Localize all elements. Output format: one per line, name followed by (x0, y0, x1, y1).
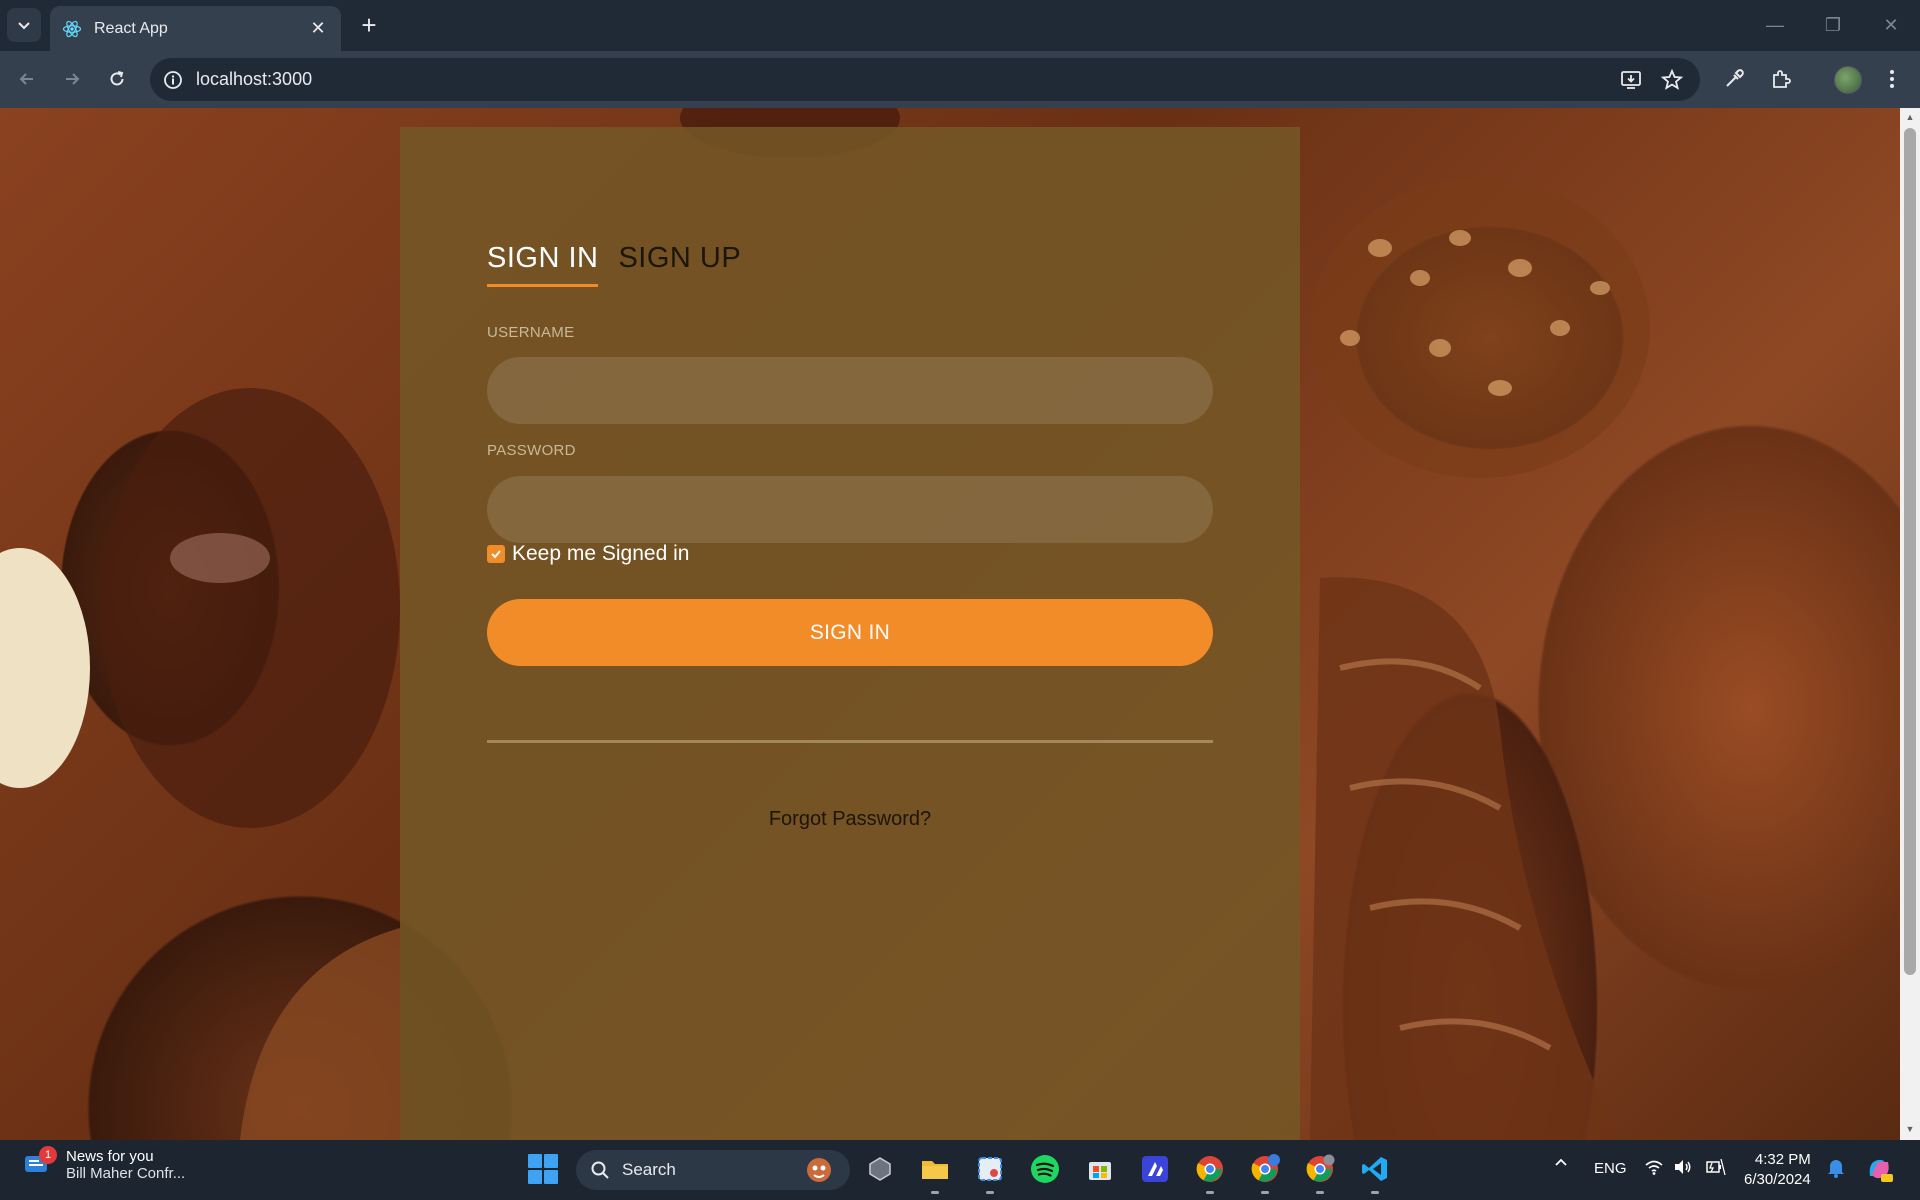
keep-signed-in-label: Keep me Signed in (512, 542, 690, 565)
profile-avatar[interactable] (1834, 66, 1862, 94)
scrollbar-thumb[interactable] (1904, 128, 1916, 975)
ide-icon[interactable] (1138, 1152, 1172, 1186)
scroll-up-arrow-icon[interactable]: ▲ (1904, 112, 1916, 124)
username-label: USERNAME (487, 324, 575, 341)
eyedropper-icon[interactable] (1720, 65, 1748, 93)
restore-icon[interactable]: ❐ (1804, 0, 1862, 50)
keep-signed-in-checkbox[interactable] (487, 545, 505, 563)
tab-sign-up[interactable]: SIGN UP (618, 242, 741, 287)
news-widget[interactable]: 1 News for you Bill Maher Confr... (22, 1146, 186, 1182)
react-logo-icon (62, 20, 82, 37)
scroll-down-arrow-icon[interactable]: ▼ (1904, 1124, 1916, 1136)
tab-sign-in[interactable]: SIGN IN (487, 242, 599, 287)
file-explorer-icon[interactable] (918, 1152, 952, 1194)
auth-tabs: SIGN IN SIGN UP (487, 242, 741, 287)
microsoft-store-icon[interactable] (1083, 1152, 1117, 1186)
search-highlight-icon (807, 1158, 831, 1182)
install-app-icon[interactable] (1619, 68, 1643, 92)
forgot-password-text[interactable]: Forgot Password? (769, 808, 931, 830)
forgot-password-link[interactable]: Forgot Password? (400, 808, 1300, 831)
extensions-puzzle-icon[interactable] (1767, 65, 1795, 93)
search-label: Search (622, 1160, 676, 1179)
chrome-profile-icon[interactable] (1248, 1152, 1282, 1194)
reload-icon[interactable] (102, 64, 132, 94)
clock-date: 6/30/2024 (1744, 1171, 1811, 1188)
task-view-icon[interactable] (863, 1152, 897, 1186)
page-viewport: SIGN IN SIGN UP USERNAME PASSWORD Keep m… (0, 108, 1900, 1140)
tab-title: React App (94, 19, 168, 37)
address-bar[interactable]: localhost:3000 (150, 58, 1700, 101)
copilot-icon[interactable] (1864, 1154, 1894, 1188)
battery-icon[interactable] (1704, 1158, 1726, 1180)
site-info-icon[interactable] (162, 69, 184, 91)
forward-arrow-icon[interactable] (57, 64, 87, 94)
spotify-icon[interactable] (1028, 1152, 1062, 1186)
news-badge: 1 (39, 1146, 57, 1164)
browser-toolbar: localhost:3000 (0, 51, 1920, 108)
keep-signed-in-row[interactable]: Keep me Signed in (487, 542, 689, 566)
divider (487, 740, 1213, 743)
taskbar: 1 News for you Bill Maher Confr... Searc… (0, 1140, 1920, 1200)
snipping-tool-icon[interactable] (973, 1152, 1007, 1194)
chrome-icon[interactable] (1303, 1152, 1337, 1194)
show-hidden-icons-chevron-icon[interactable] (1553, 1155, 1569, 1175)
news-subtitle: Bill Maher Confr... (66, 1165, 186, 1182)
checkmark-icon (491, 550, 501, 559)
menu-kebab-icon[interactable] (1878, 65, 1906, 93)
notification-bell-icon[interactable] (1826, 1157, 1846, 1183)
clock-time: 4:32 PM (1754, 1151, 1811, 1168)
news-widget-icon: 1 (22, 1146, 57, 1182)
new-tab-plus-icon[interactable]: + (354, 11, 384, 41)
window-controls: — ❐ ✕ (1746, 0, 1920, 50)
auth-panel: SIGN IN SIGN UP USERNAME PASSWORD Keep m… (400, 127, 1300, 1140)
minimize-icon[interactable]: — (1746, 0, 1804, 50)
sign-in-button[interactable]: SIGN IN (487, 599, 1213, 666)
back-arrow-icon[interactable] (12, 64, 42, 94)
clock[interactable]: 4:32 PM 6/30/2024 (1744, 1150, 1811, 1190)
windows-start-icon[interactable] (528, 1154, 558, 1184)
browser-tabstrip: React App ✕ + — ❐ ✕ (0, 0, 1920, 51)
bookmark-star-icon[interactable] (1660, 68, 1684, 92)
url-text: localhost:3000 (196, 69, 313, 89)
news-title: News for you (66, 1148, 154, 1165)
password-input[interactable] (487, 476, 1213, 543)
password-label: PASSWORD (487, 442, 576, 459)
chrome-icon[interactable] (1193, 1152, 1227, 1194)
input-language[interactable]: ENG (1594, 1160, 1627, 1177)
close-window-icon[interactable]: ✕ (1862, 0, 1920, 50)
tab-search-chevron-icon[interactable] (7, 8, 41, 42)
wifi-icon[interactable] (1644, 1158, 1664, 1180)
close-tab-icon[interactable]: ✕ (307, 18, 329, 39)
vscode-icon[interactable] (1358, 1152, 1392, 1194)
browser-tab-active[interactable]: React App ✕ (50, 6, 341, 51)
taskbar-search[interactable]: Search (576, 1150, 850, 1190)
volume-icon[interactable] (1673, 1158, 1693, 1180)
search-icon (591, 1161, 609, 1179)
username-input[interactable] (487, 357, 1213, 424)
